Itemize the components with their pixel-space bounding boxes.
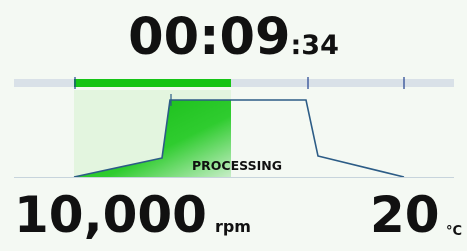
speed-value: 10,000: [14, 186, 207, 244]
temperature-unit: °C: [446, 224, 463, 239]
temperature-value: 20: [370, 186, 440, 244]
speed-unit: rpm: [214, 217, 251, 236]
centrifuge-screen: 00:09:34 PROCESSING 10,000 rpm 20 °C: [0, 0, 467, 251]
timer-minutes-seconds: 00:09: [128, 8, 291, 67]
run-timer: 00:09:34: [0, 12, 467, 63]
status-label: PROCESSING: [192, 158, 282, 173]
timer-seconds: :34: [290, 30, 339, 61]
progress-fill: [74, 79, 231, 87]
temperature-readout: 20: [370, 190, 440, 240]
speed-readout: 10,000 rpm: [14, 190, 251, 240]
